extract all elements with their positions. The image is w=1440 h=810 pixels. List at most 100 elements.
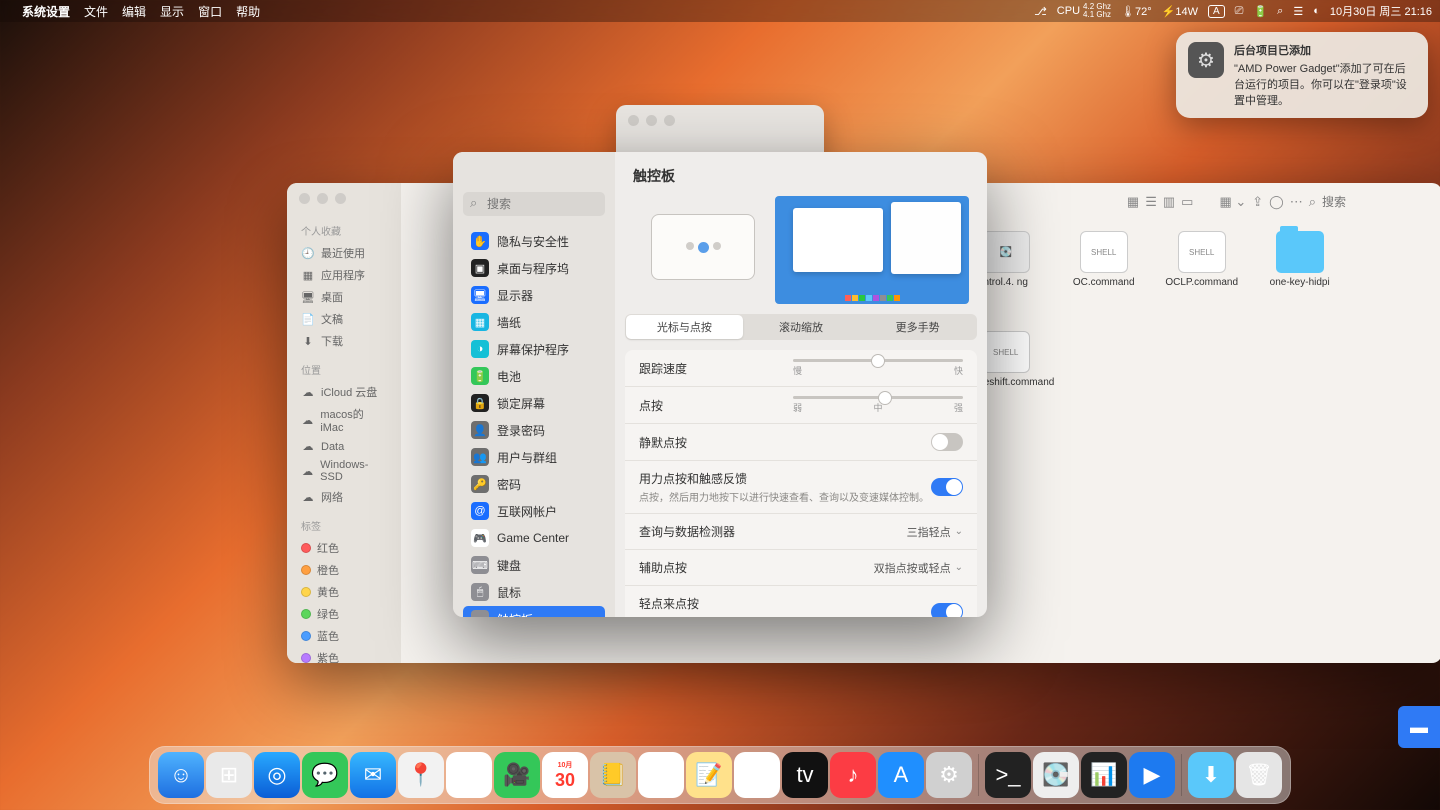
settings-sidebar-item[interactable]: ▭触控板 bbox=[463, 606, 605, 617]
dock-appstore[interactable]: A bbox=[878, 752, 924, 798]
view-icons[interactable]: ▦ bbox=[1127, 194, 1139, 210]
secondary-click-dropdown[interactable]: 双指点按或轻点 bbox=[874, 560, 963, 576]
dock-tv[interactable]: tv bbox=[782, 752, 828, 798]
control-center-icon[interactable]: ☰ bbox=[1293, 5, 1303, 18]
dock-freeform[interactable]: 〰 bbox=[734, 752, 780, 798]
sidebar-item[interactable]: ☁macos的 iMac bbox=[295, 403, 393, 437]
dock-calendar[interactable]: 10月30 bbox=[542, 752, 588, 798]
settings-sidebar-item[interactable]: ⌨键盘 bbox=[463, 552, 605, 578]
dock-terminal[interactable]: >_ bbox=[985, 752, 1031, 798]
sidebar-item[interactable]: 📄文稿 bbox=[295, 308, 393, 330]
dock-contacts[interactable]: 📒 bbox=[590, 752, 636, 798]
input-source[interactable]: A bbox=[1208, 5, 1225, 18]
dock-launchpad[interactable]: ⊞ bbox=[206, 752, 252, 798]
silent-click-switch[interactable] bbox=[931, 433, 963, 451]
view-gallery[interactable]: ▭ bbox=[1181, 194, 1193, 210]
dock-photos[interactable]: ✿ bbox=[446, 752, 492, 798]
settings-sidebar-item[interactable]: ▣桌面与程序坞 bbox=[463, 255, 605, 281]
dock-downloads[interactable]: ⬇ bbox=[1188, 752, 1234, 798]
file-item[interactable]: one-key-hidpi bbox=[1265, 231, 1335, 299]
battery-icon[interactable]: 🔋 bbox=[1253, 5, 1267, 18]
trackpad-preview bbox=[615, 192, 987, 314]
tab-scroll[interactable]: 滚动缩放 bbox=[743, 315, 860, 339]
dock-reminders[interactable]: ☰ bbox=[638, 752, 684, 798]
sidebar-tag[interactable]: 紫色 bbox=[295, 647, 393, 663]
settings-sidebar-item[interactable]: 🖥显示器 bbox=[463, 282, 605, 308]
amd-icon[interactable]: ⎇ bbox=[1034, 5, 1047, 18]
group-menu[interactable]: ▦ ⌄ bbox=[1219, 194, 1246, 210]
power-status[interactable]: ⚡14W bbox=[1162, 5, 1198, 18]
settings-sidebar-item[interactable]: 🔑密码 bbox=[463, 471, 605, 497]
app-name[interactable]: 系统设置 bbox=[22, 3, 70, 20]
dock-disk-utility[interactable]: 💽 bbox=[1033, 752, 1079, 798]
tab-gestures[interactable]: 更多手势 bbox=[859, 315, 976, 339]
dock-finder[interactable]: ☺ bbox=[158, 752, 204, 798]
sidebar-item[interactable]: ☁iCloud 云盘 bbox=[295, 381, 393, 403]
menu-help[interactable]: 帮助 bbox=[236, 3, 260, 20]
siri-icon[interactable]: ◐ bbox=[1313, 5, 1320, 17]
menu-edit[interactable]: 编辑 bbox=[122, 3, 146, 20]
dock-settings[interactable]: ⚙ bbox=[926, 752, 972, 798]
share-button[interactable]: ⇪ bbox=[1252, 194, 1263, 210]
dock-trash[interactable]: 🗑 bbox=[1236, 752, 1282, 798]
sidebar-item[interactable]: ☁Data bbox=[295, 437, 393, 456]
settings-sidebar-item[interactable]: ◑屏幕保护程序 bbox=[463, 336, 605, 362]
settings-sidebar-item[interactable]: 🎮Game Center bbox=[463, 525, 605, 551]
settings-sidebar-item[interactable]: ▦墙纸 bbox=[463, 309, 605, 335]
sidebar-tag[interactable]: 黄色 bbox=[295, 581, 393, 603]
temp-status[interactable]: 🌡72° bbox=[1121, 5, 1152, 18]
sidebar-item[interactable]: ☁网络 bbox=[295, 486, 393, 508]
force-click-switch[interactable] bbox=[931, 478, 963, 496]
notification[interactable]: ⚙ 后台项目已添加 "AMD Power Gadget"添加了可在后台运行的项目… bbox=[1176, 32, 1428, 118]
dock-maps[interactable]: 📍 bbox=[398, 752, 444, 798]
menu-window[interactable]: 窗口 bbox=[198, 3, 222, 20]
sidebar-tag[interactable]: 橙色 bbox=[295, 559, 393, 581]
tab-cursor[interactable]: 光标与点按 bbox=[626, 315, 743, 339]
tracking-speed-slider[interactable]: 慢快 bbox=[793, 359, 963, 377]
view-columns[interactable]: ▥ bbox=[1163, 194, 1175, 210]
finder-traffic-lights[interactable] bbox=[299, 193, 346, 204]
dock-safari[interactable]: ◎ bbox=[254, 752, 300, 798]
dock-mail[interactable]: ✉ bbox=[350, 752, 396, 798]
trackpad-options-pane: 跟踪速度 慢快 点按 弱中强 静默点按 用力点按和触感反馈点按，然后用力地按下以… bbox=[625, 350, 977, 617]
settings-sidebar-item[interactable]: 🔋电池 bbox=[463, 363, 605, 389]
dock-music[interactable]: ♪ bbox=[830, 752, 876, 798]
dock-amd-gadget[interactable]: 📊 bbox=[1081, 752, 1127, 798]
settings-sidebar-item[interactable]: ✋隐私与安全性 bbox=[463, 228, 605, 254]
finder-search-input[interactable] bbox=[1322, 195, 1432, 209]
sidebar-item[interactable]: ☁Windows-SSD bbox=[295, 456, 393, 486]
notification-title: 后台项目已添加 bbox=[1234, 42, 1416, 58]
tag-button[interactable]: ◯ bbox=[1269, 194, 1284, 210]
sidebar-item[interactable]: 🖥桌面 bbox=[295, 286, 393, 308]
sidebar-tag[interactable]: 蓝色 bbox=[295, 625, 393, 647]
menu-file[interactable]: 文件 bbox=[84, 3, 108, 20]
datetime[interactable]: 10月30日 周三 21:16 bbox=[1330, 3, 1432, 19]
display-menu[interactable]: ⎚ bbox=[1235, 5, 1244, 18]
dock-app-blue[interactable]: ▶ bbox=[1129, 752, 1175, 798]
file-item[interactable]: SHELLOCLP.command bbox=[1167, 231, 1237, 299]
sidebar-item[interactable]: ▦应用程序 bbox=[295, 264, 393, 286]
spotlight-icon[interactable]: ⌕ bbox=[1277, 5, 1283, 18]
tap-click-switch[interactable] bbox=[931, 603, 963, 617]
settings-sidebar-item[interactable]: 🖱鼠标 bbox=[463, 579, 605, 605]
action-menu[interactable]: ⋯ bbox=[1290, 194, 1303, 210]
lookup-dropdown[interactable]: 三指轻点 bbox=[907, 524, 963, 540]
dock-messages[interactable]: 💬 bbox=[302, 752, 348, 798]
settings-sidebar-item[interactable]: 🔒锁定屏幕 bbox=[463, 390, 605, 416]
cpu-status[interactable]: CPU 4.2 Ghz4.1 Ghz bbox=[1057, 3, 1111, 19]
sidebar-item[interactable]: ⬇下载 bbox=[295, 330, 393, 352]
sidebar-tag[interactable]: 绿色 bbox=[295, 603, 393, 625]
click-slider[interactable]: 弱中强 bbox=[793, 396, 963, 414]
settings-sidebar-item[interactable]: @互联网帐户 bbox=[463, 498, 605, 524]
file-item[interactable]: SHELLOC.command bbox=[1069, 231, 1139, 299]
settings-sidebar-item[interactable]: 👤登录密码 bbox=[463, 417, 605, 443]
sidebar-item[interactable]: 🕘最近使用 bbox=[295, 242, 393, 264]
sidebar-tag[interactable]: 红色 bbox=[295, 537, 393, 559]
settings-sidebar-item[interactable]: 👥用户与群组 bbox=[463, 444, 605, 470]
settings-search[interactable] bbox=[463, 192, 605, 216]
menu-view[interactable]: 显示 bbox=[160, 3, 184, 20]
view-list[interactable]: ☰ bbox=[1145, 194, 1157, 210]
side-widget[interactable]: ▬ bbox=[1398, 706, 1440, 748]
dock-notes[interactable]: 📝 bbox=[686, 752, 732, 798]
dock-facetime[interactable]: 🎥 bbox=[494, 752, 540, 798]
